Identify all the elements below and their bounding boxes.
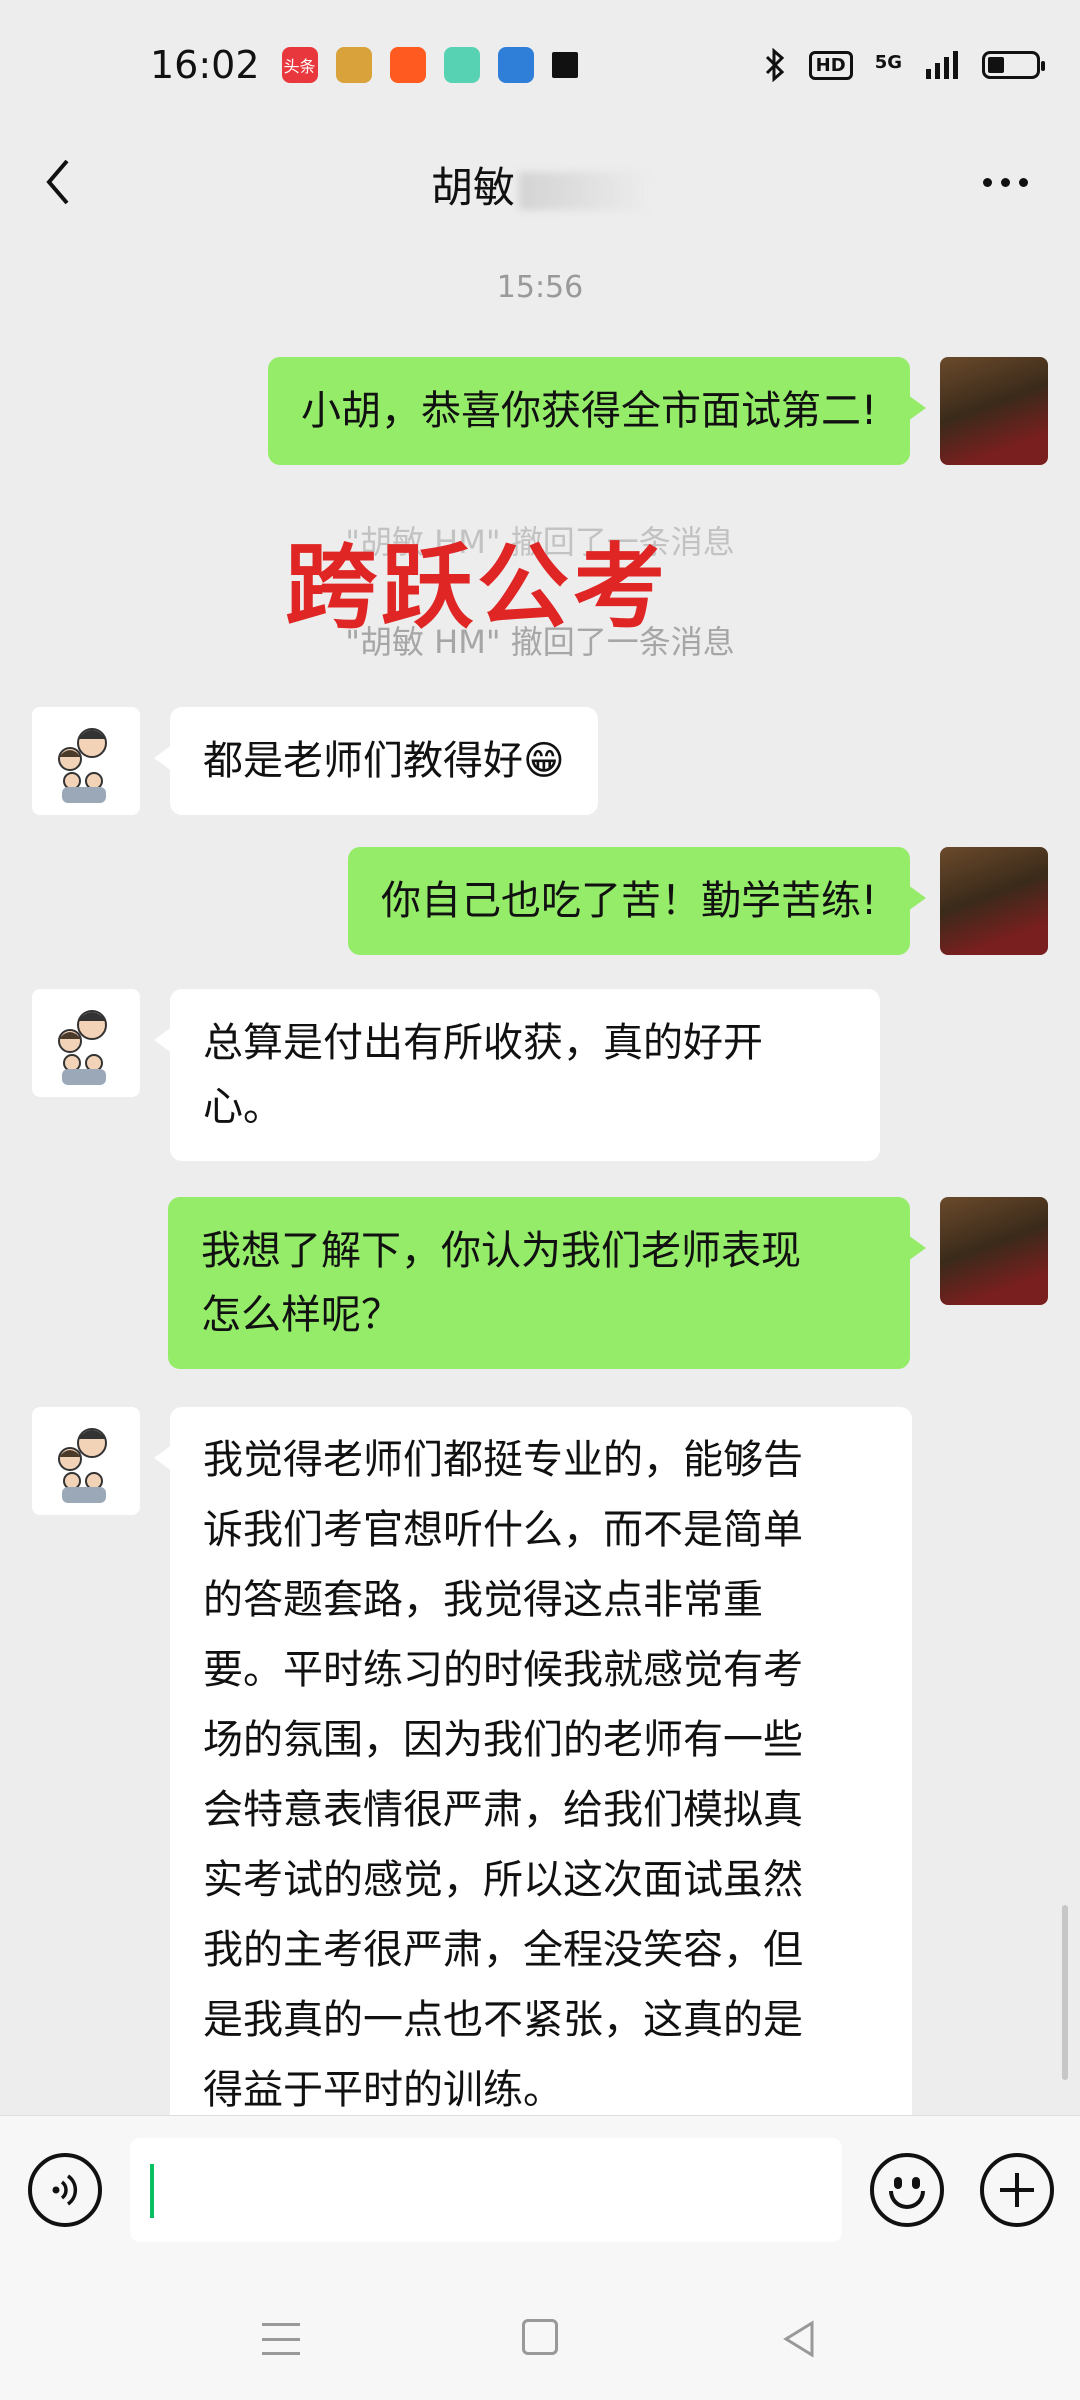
menu-line: [262, 2352, 300, 2355]
message-bubble[interactable]: 都是老师们教得好😁: [154, 707, 598, 815]
my-avatar[interactable]: [940, 357, 1048, 465]
message-line: 是我真的一点也不紧张，这真的是: [203, 1997, 803, 2043]
toutiao-label: 头条: [283, 57, 316, 76]
message-line: 我的主考很严肃，全程没笑容，但: [203, 1927, 803, 1973]
chat-screen: 16:02 头条 HD 5G 胡敏 15:56 小胡，恭喜你获得全市面试第二! …: [0, 0, 1080, 2400]
more-dot-icon: [1018, 177, 1028, 187]
status-time: 16:02: [150, 43, 260, 87]
message-line: 场的氛围，因为我们的老师有一些: [203, 1717, 803, 1763]
message-line: 我想了解下，你认为我们老师表现: [201, 1228, 801, 1274]
hd-badge: HD: [808, 50, 853, 80]
my-avatar[interactable]: [940, 1197, 1048, 1305]
signal-icon: [926, 51, 958, 79]
emoji-eye: [912, 2177, 920, 2189]
battery-icon: [982, 51, 1045, 79]
home-button[interactable]: [522, 2319, 558, 2355]
message-bubble[interactable]: 小胡，恭喜你获得全市面试第二!: [267, 357, 927, 465]
contact-avatar[interactable]: [32, 707, 140, 815]
message-bubble[interactable]: 总算是付出有所收获，真的好开 心。: [154, 989, 880, 1161]
blurred-name: [519, 171, 649, 210]
message-line: 总算是付出有所收获，真的好开: [203, 1020, 763, 1066]
voice-icon: [52, 2174, 78, 2206]
more-dot-icon: [1000, 177, 1010, 187]
more-button[interactable]: [970, 152, 1040, 212]
message-line: 心。: [203, 1084, 283, 1130]
emoji-mouth: [889, 2191, 925, 2209]
bluetooth-icon: [765, 48, 784, 82]
nav-bar: 胡敏: [0, 130, 1080, 235]
message-line: 怎么样呢？: [201, 1292, 401, 1338]
message-bubble[interactable]: 我觉得老师们都挺专业的，能够告 诉我们考官想听什么，而不是简单 的答题套路，我觉…: [154, 1407, 912, 2143]
family-cartoon-icon: [58, 1428, 107, 1503]
network-label: 5G: [874, 52, 902, 73]
cat-app-icon: [335, 47, 372, 83]
timestamp: 15:56: [496, 270, 584, 305]
message-input[interactable]: [130, 2138, 842, 2242]
status-bar: 16:02 头条 HD 5G: [0, 0, 1080, 130]
notes-app-icon: [443, 47, 480, 83]
square-icon: [551, 52, 578, 78]
message-line: 的答题套路，我觉得这点非常重: [203, 1577, 763, 1623]
message-line: 实考试的感觉，所以这次面试虽然: [203, 1857, 803, 1903]
message-bubble[interactable]: 你自己也吃了苦！勤学苦练!: [347, 847, 927, 955]
recall-notice: "胡敏 HM" 撤回了一条消息: [345, 623, 735, 661]
chat-title: 胡敏: [0, 154, 1080, 215]
emoji-button[interactable]: [870, 2153, 944, 2227]
system-back-button[interactable]: [780, 2319, 820, 2359]
status-right: HD 5G: [763, 48, 1045, 82]
message-line: 诉我们考官想听什么，而不是简单: [203, 1507, 803, 1553]
emoji-eye: [894, 2177, 902, 2189]
family-cartoon-icon: [58, 728, 107, 803]
kuaishou-app-icon: [389, 47, 426, 83]
contact-name: 胡敏: [430, 163, 515, 212]
voice-button[interactable]: [28, 2153, 102, 2227]
toutiao-app-icon: 头条: [281, 47, 318, 83]
message-line: 要。平时练习的时候我就感觉有考: [203, 1647, 803, 1693]
message-line: 我觉得老师们都挺专业的，能够告: [203, 1437, 803, 1483]
input-bar: [0, 2115, 1080, 2275]
more-dot-icon: [982, 177, 992, 187]
my-avatar[interactable]: [940, 847, 1048, 955]
system-nav-bar: [0, 2275, 1080, 2400]
recent-apps-button[interactable]: [262, 2323, 300, 2355]
menu-line: [262, 2337, 300, 2341]
menu-line: [262, 2323, 300, 2326]
message-list[interactable]: 15:56 小胡，恭喜你获得全市面试第二! "胡敏 HM" 撤回了一条消息 跨跃…: [0, 235, 1080, 2143]
contact-avatar[interactable]: [32, 1407, 140, 1515]
contact-avatar[interactable]: [32, 989, 140, 1097]
text-caret: [150, 2164, 154, 2218]
cloud-app-icon: [497, 47, 534, 83]
family-cartoon-icon: [58, 1010, 107, 1085]
message-bubble[interactable]: 我想了解下，你认为我们老师表现 怎么样呢？: [168, 1197, 926, 1369]
message-line: 会特意表情很严肃，给我们模拟真: [203, 1787, 803, 1833]
scrollbar[interactable]: [1062, 1905, 1068, 2080]
more-functions-button[interactable]: [980, 2153, 1054, 2227]
